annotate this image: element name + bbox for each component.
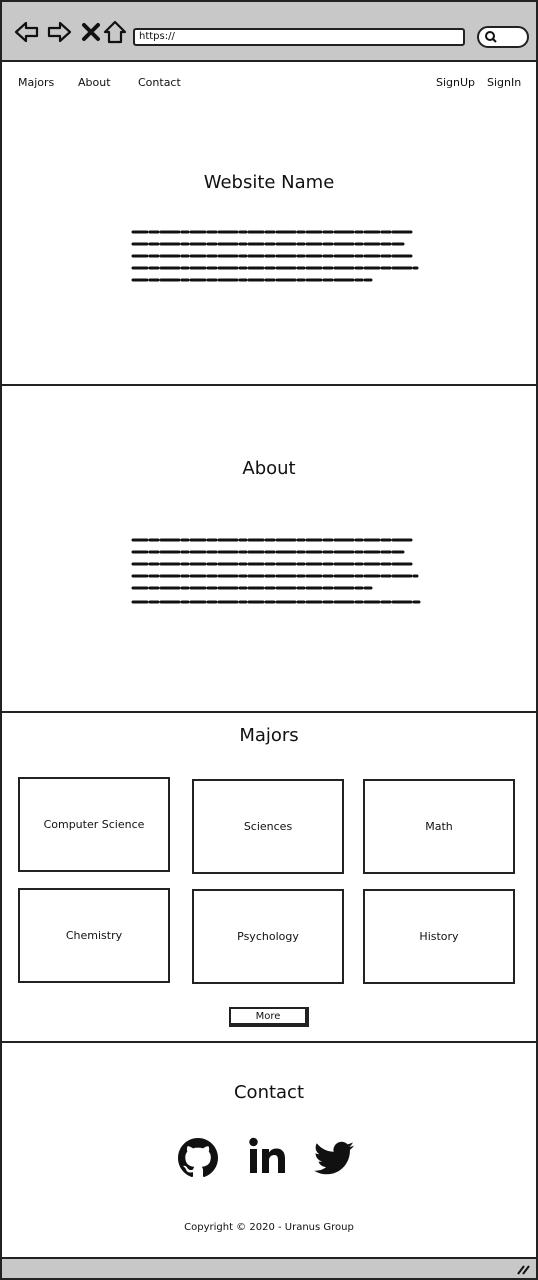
home-icon[interactable] [102,19,128,45]
majors-heading: Majors [239,725,299,746]
major-card[interactable]: Computer Science [18,777,170,872]
contact-heading: Contact [233,1082,305,1103]
more-majors-button[interactable]: More [229,1007,309,1027]
linkedin-icon[interactable] [248,1136,288,1176]
forward-arrow-icon[interactable] [46,19,72,45]
nav-signin-link[interactable]: SignIn [487,76,521,89]
browser-toolbar: https:// [0,0,538,62]
twitter-icon[interactable] [314,1138,354,1178]
major-card[interactable]: History [363,889,515,984]
github-icon[interactable] [178,1138,218,1178]
close-icon[interactable] [78,19,104,45]
copyright-text: Copyright © 2020 - Uranus Group [184,1222,354,1233]
hero-placeholder-text [131,230,419,282]
section-divider [0,384,538,386]
nav-majors-link[interactable]: Majors [18,76,54,89]
search-icon [485,31,497,43]
resize-grip-icon[interactable] [516,1263,530,1275]
top-navigation: Majors About Contact SignUp SignIn [2,62,536,104]
major-label: Chemistry [65,929,123,942]
section-divider [0,1041,538,1043]
major-label: Sciences [243,820,293,833]
url-input[interactable]: https:// [133,28,465,46]
major-label: History [419,930,459,943]
major-label: Math [425,820,453,833]
major-card[interactable]: Sciences [192,779,344,874]
major-label: Computer Science [43,818,145,831]
website-name-heading: Website Name [203,172,335,193]
major-card[interactable]: Chemistry [18,888,170,983]
nav-about-link[interactable]: About [78,76,111,89]
about-placeholder-text [131,538,421,604]
nav-signup-link[interactable]: SignUp [436,76,475,89]
back-arrow-icon[interactable] [14,19,40,45]
major-label: Psychology [237,930,299,943]
about-heading: About [242,458,296,479]
nav-contact-link[interactable]: Contact [138,76,181,89]
major-card[interactable]: Math [363,779,515,874]
browser-status-bar [0,1257,538,1280]
section-divider [0,711,538,713]
browser-search-button[interactable] [477,26,529,48]
major-card[interactable]: Psychology [192,889,344,984]
